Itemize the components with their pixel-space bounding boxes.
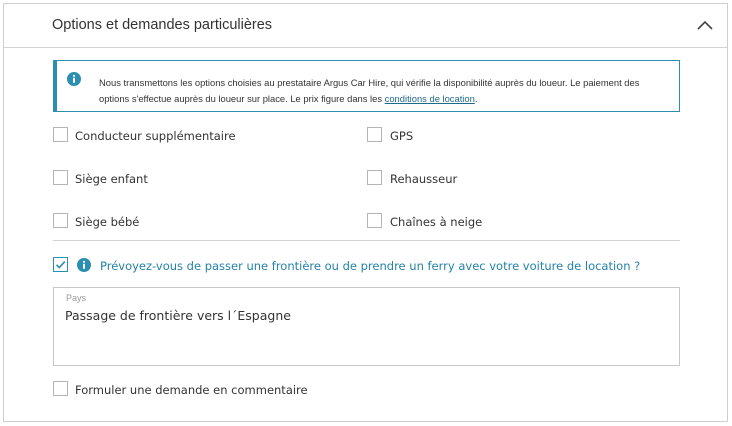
option-label-snow-chains[interactable]: Chaînes à neige	[390, 215, 482, 229]
info-text-body: Nous transmettons les options choisies a…	[99, 77, 640, 104]
checkbox-baby-seat[interactable]	[53, 213, 68, 228]
checkbox-border-crossing[interactable]	[53, 257, 68, 272]
info-text: Nous transmettons les options choisies a…	[99, 75, 669, 107]
options-panel: Options et demandes particulières Nous t…	[3, 3, 728, 422]
collapse-button[interactable]	[693, 14, 717, 36]
country-input[interactable]	[65, 308, 665, 323]
chevron-up-icon	[697, 20, 713, 30]
option-label-booster[interactable]: Rehausseur	[390, 172, 457, 186]
info-text-end: .	[474, 93, 478, 104]
divider	[53, 240, 680, 241]
checkbox-gps[interactable]	[367, 127, 382, 142]
checkbox-additional-driver[interactable]	[53, 127, 68, 142]
panel-header[interactable]: Options et demandes particulières	[4, 4, 727, 48]
option-label-child-seat[interactable]: Siège enfant	[75, 172, 148, 186]
rental-conditions-link[interactable]: conditions de location	[385, 93, 475, 104]
checkbox-snow-chains[interactable]	[367, 213, 382, 228]
checkmark-icon	[55, 261, 66, 269]
checkbox-comment-request[interactable]	[53, 381, 68, 396]
option-label-additional-driver[interactable]: Conducteur supplémentaire	[75, 129, 236, 143]
checkbox-child-seat[interactable]	[53, 170, 68, 185]
panel-title: Options et demandes particulières	[52, 17, 273, 33]
checkbox-booster[interactable]	[367, 170, 382, 185]
border-crossing-question[interactable]: Prévoyez-vous de passer une frontière ou…	[100, 259, 640, 273]
info-notice: Nous transmettons les options choisies a…	[53, 60, 680, 112]
country-field[interactable]: Pays	[53, 287, 680, 366]
info-icon	[67, 72, 81, 86]
option-label-baby-seat[interactable]: Siège bébé	[75, 215, 139, 229]
country-field-label: Pays	[66, 293, 87, 303]
option-label-gps[interactable]: GPS	[390, 129, 413, 143]
comment-request-label[interactable]: Formuler une demande en commentaire	[75, 383, 308, 397]
info-icon[interactable]	[77, 258, 91, 272]
